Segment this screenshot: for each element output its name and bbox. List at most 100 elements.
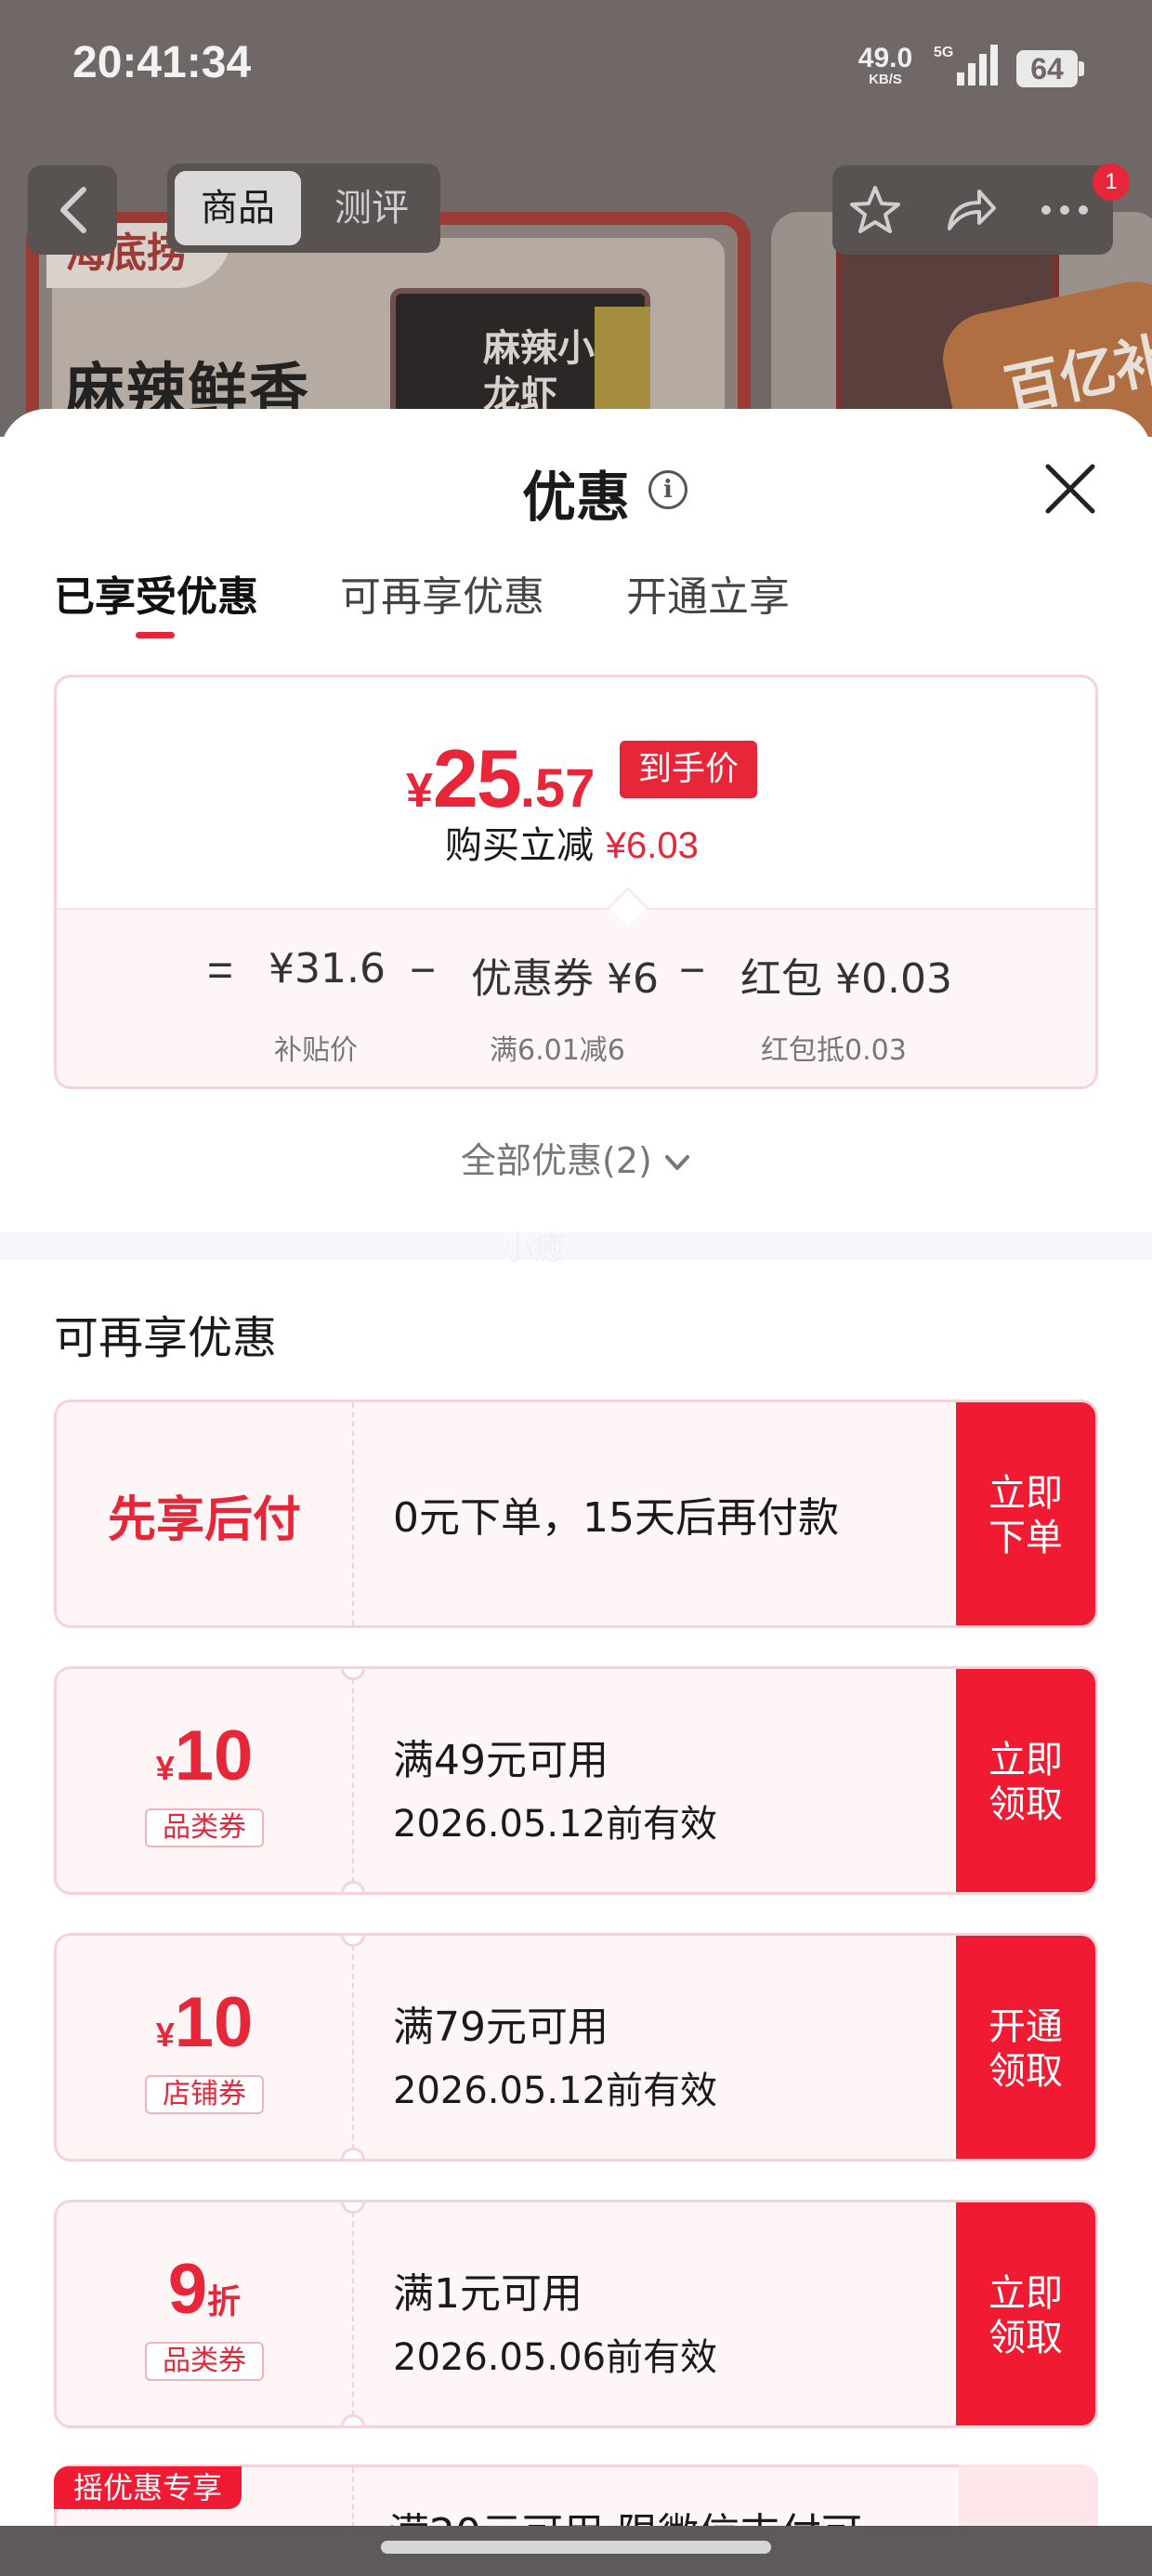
- claim-now-button[interactable]: 立即 领取: [956, 1669, 1095, 1892]
- order-now-button[interactable]: 立即 下单: [956, 1402, 1095, 1625]
- activate-claim-button[interactable]: 开通 领取: [956, 1936, 1095, 2159]
- network-speed: 49.0 KB/S: [853, 45, 918, 87]
- coupon-type-badge: 品类券: [145, 2342, 264, 2381]
- status-bar: 20:41:34 49.0 KB/S 5G 64: [0, 0, 1152, 139]
- all-offers-toggle[interactable]: 全部优惠(2): [0, 1132, 1152, 1183]
- sheet-title: 优惠: [521, 466, 630, 529]
- coupon-notch: [341, 2202, 365, 2214]
- coupon-validity: 2026.05.06前有效: [393, 2336, 718, 2379]
- coupon-notch: [341, 1669, 365, 1680]
- tab-more-offers[interactable]: 可再享优惠: [340, 563, 544, 623]
- coupon-validity: 2026.05.12前有效: [393, 2070, 718, 2112]
- coupon-card: ¥10 店铺券 满79元可用 2026.05.12前有效 开通 领取: [54, 1933, 1098, 2162]
- battery-tip: [1079, 61, 1084, 76]
- coupon-value: ¥10: [57, 1715, 352, 1796]
- discount-label: 购买立减: [445, 824, 594, 867]
- button-line-1: 立即: [988, 1472, 1063, 1515]
- tab-product[interactable]: 商品: [175, 171, 301, 245]
- nav-actions: [832, 165, 1113, 255]
- coupon-value: 9折: [57, 2249, 352, 2330]
- coupon-card: 9折 品类券 满1元可用 2026.05.06前有效 立即 领取: [54, 2200, 1098, 2428]
- product-nav-tabs: 商品 测评: [167, 164, 440, 253]
- share-icon[interactable]: [942, 182, 998, 238]
- minus-sign: −: [410, 946, 437, 995]
- notification-badge: 1: [1093, 164, 1130, 201]
- coupon-notch: [341, 2148, 365, 2159]
- coupon-condition: 满49元可用: [393, 1737, 609, 1784]
- claim-now-button[interactable]: 立即 领取: [956, 2202, 1095, 2425]
- close-icon[interactable]: [1042, 461, 1098, 517]
- clock: 20:41:34: [72, 38, 252, 87]
- button-line-2: 领取: [988, 1783, 1063, 1826]
- offer-tabs: 已享受优惠 可再享优惠 开通立享: [0, 563, 1152, 637]
- pay-later-label: 先享后付: [107, 1492, 301, 1548]
- section-separator: [0, 1232, 1152, 1260]
- active-tab-indicator: [136, 632, 175, 638]
- coupon-divider: [352, 1669, 354, 1892]
- final-price-tag: 到手价: [620, 741, 757, 798]
- coupon-details: 满49元可用 2026.05.12前有效: [393, 1727, 717, 1847]
- coupon-condition: 满1元可用: [393, 2270, 583, 2318]
- button-line-2: 领取: [988, 2317, 1063, 2359]
- coupon-currency: ¥: [155, 2016, 175, 2054]
- coupon-details: 满79元可用 2026.05.12前有效: [393, 1993, 717, 2114]
- coupon-unit: 折: [207, 2282, 242, 2320]
- all-offers-label: 全部优惠(2): [461, 1140, 652, 1181]
- shake-offer-tag: 摇优惠专享: [54, 2466, 242, 2509]
- coupon-type-badge: 品类券: [145, 1808, 264, 1847]
- coupon-notch: [341, 1936, 365, 1947]
- info-icon[interactable]: i: [648, 470, 687, 509]
- coupon-currency: ¥: [155, 1749, 175, 1787]
- coupon-discount-label: 满6.01减6: [490, 1034, 625, 1067]
- price-decimal: .57: [519, 758, 596, 819]
- coupon-validity: 2026.05.12前有效: [393, 1803, 718, 1846]
- subsidy-price-label: 补贴价: [274, 1034, 358, 1067]
- tab-activate-offers[interactable]: 开通立享: [626, 563, 790, 623]
- coupon-amount: 10: [174, 1983, 254, 2062]
- button-line-1: 立即: [988, 1739, 1063, 1781]
- chevron-down-icon: [664, 1154, 689, 1170]
- instant-discount: 购买立减 ¥6.03: [445, 815, 699, 869]
- home-indicator[interactable]: [381, 2541, 771, 2554]
- button-line-1: 开通: [988, 2005, 1063, 2048]
- red-packet-label: 红包抵0.03: [761, 1034, 907, 1067]
- final-price: ¥25.57: [406, 731, 595, 826]
- coupon-notch: [341, 2414, 365, 2425]
- coupon-divider: [352, 1402, 354, 1625]
- coupon-condition: 0元下单，15天后再付款: [393, 1494, 839, 1542]
- minus-sign-2: −: [679, 946, 706, 995]
- star-icon[interactable]: [847, 182, 903, 238]
- signal-icon: [957, 45, 998, 85]
- equals-sign: =: [207, 946, 234, 995]
- price-integer: 25: [432, 732, 522, 824]
- watermark: 小癒: [502, 1230, 565, 1268]
- button-line-1: 立即: [988, 2272, 1063, 2315]
- chevron-left-icon: [60, 187, 86, 233]
- discount-amount: ¥6.03: [605, 825, 699, 866]
- coupon-divider: [352, 1936, 354, 2159]
- button-line-2: 下单: [988, 1517, 1063, 1559]
- coupon-type-badge: 店铺券: [145, 2075, 264, 2114]
- coupon-amount: 10: [174, 1716, 254, 1795]
- coupon-card: 先享后付 0元下单，15天后再付款 立即 下单: [54, 1400, 1098, 1628]
- coupon-condition: 满79元可用: [393, 2004, 609, 2051]
- price-currency: ¥: [406, 764, 433, 818]
- coupon-notch: [341, 1881, 365, 1892]
- coupon-value: ¥10: [57, 1982, 352, 2063]
- more-icon[interactable]: [1037, 182, 1093, 238]
- coupon-divider: [352, 2202, 354, 2425]
- more-offers-heading: 可再享优惠: [54, 1312, 278, 1364]
- price-calculation: = ¥31.6 补贴价 − 优惠券 ¥6 满6.01减6 − 红包 ¥0.03 …: [57, 934, 1095, 1067]
- tab-enjoyed-offers[interactable]: 已享受优惠: [54, 563, 258, 623]
- price-summary-card: ¥25.57 到手价 购买立减 ¥6.03 = ¥31.6 补贴价 − 优惠券 …: [54, 675, 1098, 1089]
- package-text: 麻辣小龙虾: [483, 326, 595, 416]
- back-button[interactable]: [28, 165, 117, 255]
- subsidy-price-value: ¥31.6: [268, 945, 386, 992]
- network-type: 5G: [934, 45, 954, 60]
- tab-review[interactable]: 测评: [308, 171, 435, 245]
- coupon-details: 0元下单，15天后再付款: [393, 1484, 839, 1544]
- coupon-discount-value: 优惠券 ¥6: [471, 955, 659, 1003]
- coupon-amount: 9: [167, 2250, 208, 2329]
- coupon-card: ¥10 品类券 满49元可用 2026.05.12前有效 立即 领取: [54, 1666, 1098, 1895]
- net-speed-unit: KB/S: [869, 72, 902, 87]
